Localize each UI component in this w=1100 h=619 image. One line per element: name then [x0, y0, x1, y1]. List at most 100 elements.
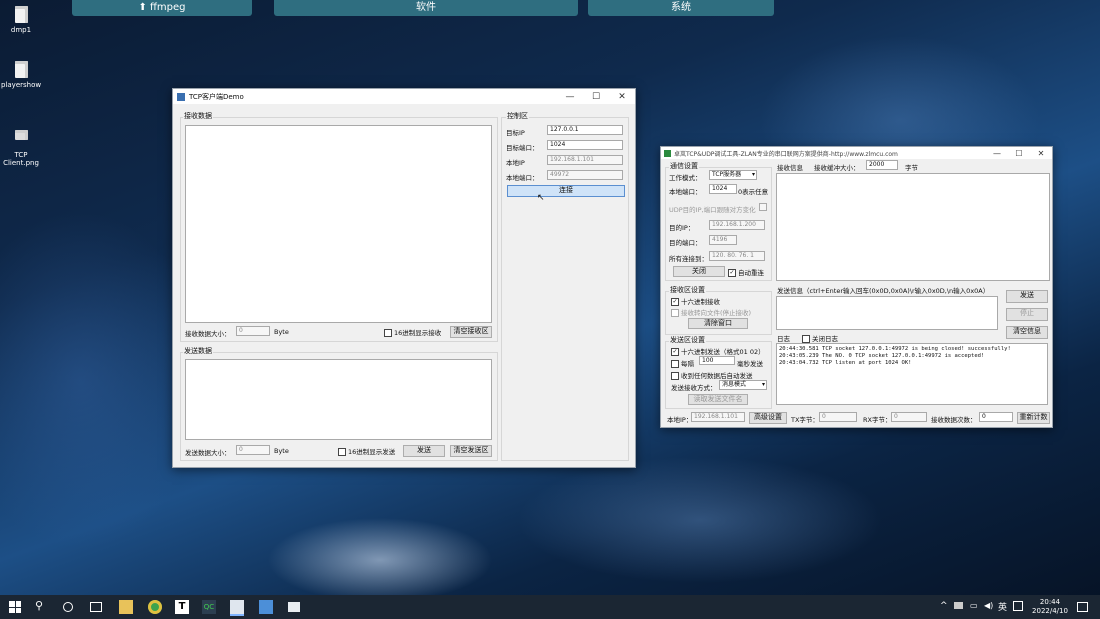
reset-count-button[interactable]: 重新计数	[1017, 412, 1050, 424]
close-icon[interactable]: ✕	[609, 92, 635, 102]
tcp-client-demo-window: TCP客户端Demo — ☐ ✕ 接收数据 接收数据大小： 0 Byte 16进…	[172, 88, 636, 468]
advanced-settings-button[interactable]: 高级设置	[749, 412, 787, 424]
target-port-input[interactable]: 1024	[547, 140, 623, 150]
recv-count-field: 0	[979, 412, 1013, 422]
loop-checkbox[interactable]: 每隔	[671, 358, 694, 368]
close-log-checkbox[interactable]: 关闭日志	[802, 333, 838, 343]
desktop-icon-label: TCP Client.png	[3, 151, 39, 167]
checkmark-icon: ✓	[728, 269, 736, 277]
buffer-size-input[interactable]: 2000	[866, 160, 898, 170]
ime-grid-icon[interactable]	[1013, 601, 1023, 611]
clear-info-button[interactable]: 清空信息	[1006, 326, 1048, 339]
chevron-down-icon: ▾	[751, 171, 755, 178]
desktop-icon-playershow[interactable]: playershow	[1, 61, 41, 89]
connect-button[interactable]: 连接	[507, 185, 625, 197]
network-icon[interactable]	[954, 602, 963, 609]
recv-settings-label: 接收区设置	[669, 285, 706, 295]
desktop-icon-label: dmp1	[10, 26, 32, 34]
send-button[interactable]: 发送	[403, 445, 445, 457]
qt-creator-icon[interactable]: QC	[202, 600, 216, 614]
windows-logo-tile	[9, 601, 15, 607]
stop-button[interactable]: 停止	[1006, 308, 1048, 321]
recv-info-area[interactable]	[776, 173, 1050, 281]
cortana-icon[interactable]	[63, 602, 73, 612]
tray-chevron-icon[interactable]: ^	[940, 601, 948, 611]
clear-send-button[interactable]: 清空发送区	[450, 445, 492, 457]
hex-send-checkbox[interactable]: 16进制显示发送	[338, 446, 395, 456]
maximize-icon[interactable]: ☐	[1008, 149, 1030, 158]
send-textarea[interactable]	[185, 359, 492, 440]
hex-show-checkbox[interactable]: ✓ 十六进制接收	[671, 296, 720, 306]
software-tab[interactable]: 软件	[274, 0, 578, 16]
hex-recv-checkbox[interactable]: 16进制显示接收	[384, 327, 441, 337]
input-language-indicator[interactable]: 英	[998, 600, 1007, 613]
clear-receive-button[interactable]: 清空接收区	[450, 326, 492, 338]
control-group	[501, 117, 629, 461]
clear-window-button[interactable]: 清除窗口	[688, 318, 748, 329]
system-tab[interactable]: 系统	[588, 0, 774, 16]
folder-tray-icon[interactable]: ▭	[970, 601, 978, 610]
send-button[interactable]: 发送	[1006, 290, 1048, 303]
receive-group-label: 接收数据	[183, 111, 213, 121]
clock-time: 20:44	[1039, 598, 1061, 606]
send-mode-select[interactable]: 消息模式 ▾	[719, 380, 767, 390]
log-line: 20:44:30.581 TCP socket 127.0.0.1:49972 …	[779, 346, 1011, 352]
zlan-taskbar-icon[interactable]	[259, 600, 273, 614]
auto-connect-label: 自动重连	[738, 269, 764, 277]
tcp-demo-taskbar-icon[interactable]	[230, 600, 244, 616]
start-button[interactable]	[9, 601, 21, 613]
checkbox-icon	[671, 309, 679, 317]
status-local-ip-label: 本地IP：	[667, 416, 693, 424]
send-settings-label: 发送区设置	[669, 335, 706, 345]
notifications-icon[interactable]	[1077, 602, 1088, 612]
target-ip-input[interactable]: 127.0.0.1	[547, 125, 623, 135]
checkbox-icon	[671, 372, 679, 380]
hex-recv-label: 16进制显示接收	[394, 329, 442, 337]
zero-any-label: 0表示任意	[738, 188, 769, 196]
typora-icon[interactable]: T	[175, 600, 189, 614]
search-icon[interactable]: ⚲	[35, 599, 49, 613]
volume-icon[interactable]: ◀)	[984, 601, 993, 610]
file-explorer-icon[interactable]	[119, 600, 133, 614]
rx-bytes-label: RX字节：	[863, 416, 892, 424]
window-title: 卓岚TCP&UDP调试工具-ZLAN专业的串口联网方案提供商-http://ww…	[674, 150, 898, 158]
window-title: TCP客户端Demo	[189, 92, 244, 101]
work-mode-label: 工作模式：	[669, 174, 702, 182]
log-area[interactable]: 20:44:30.581 TCP socket 127.0.0.1:49972 …	[776, 343, 1048, 405]
after-recv-checkbox[interactable]: 收到任何数据后自动发送	[671, 370, 753, 380]
desktop-icon-dmp1[interactable]: dmp1	[1, 6, 41, 34]
task-view-icon[interactable]	[90, 602, 102, 612]
minimize-icon[interactable]: —	[986, 149, 1008, 158]
receive-textarea[interactable]	[185, 125, 492, 323]
hex-send-label: 16进制显示发送	[348, 448, 396, 456]
chrome-icon[interactable]	[148, 600, 162, 614]
window-taskbar-icon[interactable]	[288, 602, 300, 612]
loop-interval-input[interactable]: 100	[699, 356, 735, 365]
auto-connect-checkbox[interactable]: ✓ 自动重连	[728, 267, 764, 277]
ffmpeg-tab[interactable]: ⬆ ffmpeg	[72, 0, 252, 16]
maximize-icon[interactable]: ☐	[583, 92, 609, 102]
local-port-input[interactable]: 1024	[709, 184, 737, 194]
open-file-button[interactable]: 读取发送文件名	[688, 394, 748, 405]
app-icon	[664, 149, 671, 157]
local-port-label: 本地端口：	[506, 174, 539, 182]
close-connection-button[interactable]: 关闭	[673, 266, 725, 277]
clock[interactable]: 20:44 2022/4/10	[1030, 598, 1070, 616]
udp-follow-checkbox[interactable]	[759, 203, 767, 211]
send-info-area[interactable]	[776, 296, 998, 330]
recv-size-field: 0	[236, 326, 270, 336]
desktop-icon-label: playershow	[1, 81, 42, 89]
hex-send-checkbox[interactable]: ✓ 十六进制发送（格式01 02）	[671, 346, 765, 356]
log-line: 20:43:04.732 TCP listen at port 1024 OK!	[779, 360, 912, 366]
work-mode-value: TCP服务器	[712, 171, 742, 178]
minimize-icon[interactable]: —	[557, 92, 583, 102]
desktop-icon-tcp-client[interactable]: TCP Client.png	[1, 122, 41, 175]
save-file-checkbox[interactable]: 接收转向文件(停止接收)	[671, 307, 751, 317]
dest-port-field: 4196	[709, 235, 737, 245]
local-port-label: 本地端口：	[669, 188, 702, 196]
status-local-ip-field: 192.168.1.101	[691, 412, 745, 422]
close-icon[interactable]: ✕	[1030, 149, 1052, 158]
checkbox-icon	[671, 360, 679, 368]
zlan-debug-window: 卓岚TCP&UDP调试工具-ZLAN专业的串口联网方案提供商-http://ww…	[660, 146, 1053, 428]
work-mode-select[interactable]: TCP服务器 ▾	[709, 170, 757, 180]
